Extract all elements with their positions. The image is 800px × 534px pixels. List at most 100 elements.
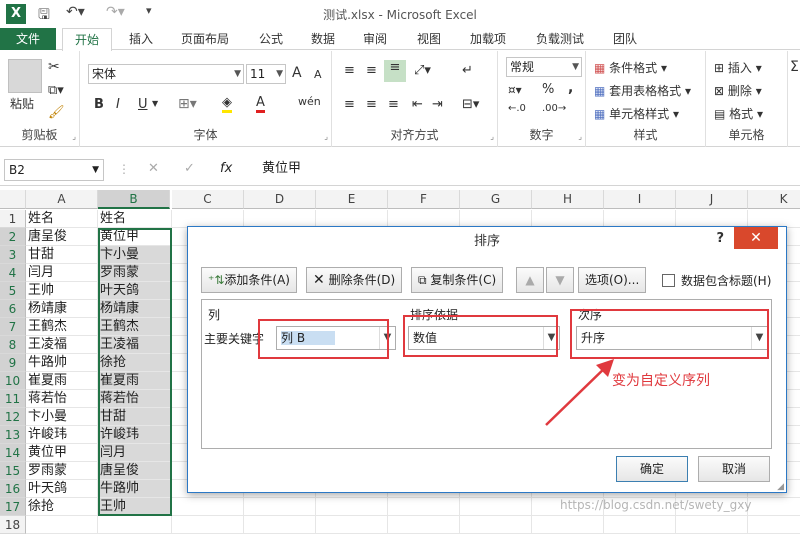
- phonetic-button[interactable]: wén: [298, 95, 321, 108]
- row-header[interactable]: 12: [0, 408, 26, 426]
- row-header[interactable]: 2: [0, 228, 26, 246]
- move-down-button[interactable]: ▼: [546, 267, 574, 293]
- tab-insert[interactable]: 插入: [126, 28, 156, 50]
- align-bottom-icon[interactable]: ≡: [384, 60, 406, 82]
- resize-grip-icon[interactable]: ◢: [777, 482, 784, 492]
- cell-b[interactable]: 唐呈俊: [98, 462, 172, 480]
- row-header[interactable]: 13: [0, 426, 26, 444]
- cell-a[interactable]: 甘甜: [26, 246, 98, 264]
- format-as-table-button[interactable]: ▦ 套用表格格式 ▾: [594, 82, 691, 99]
- cell-a[interactable]: 姓名: [26, 210, 98, 228]
- tab-data[interactable]: 数据: [308, 28, 338, 50]
- column-header-e[interactable]: E: [316, 190, 388, 209]
- row-header[interactable]: 15: [0, 462, 26, 480]
- comma-button[interactable]: ,: [568, 80, 573, 96]
- column-header-h[interactable]: H: [532, 190, 604, 209]
- options-button[interactable]: 选项(O)...: [578, 267, 647, 293]
- tab-view[interactable]: 视图: [414, 28, 444, 50]
- align-right-icon[interactable]: ≡: [388, 97, 399, 112]
- row-header[interactable]: 9: [0, 354, 26, 372]
- bold-button[interactable]: B: [94, 97, 104, 112]
- cell-a[interactable]: 牛路帅: [26, 354, 98, 372]
- tab-review[interactable]: 审阅: [360, 28, 390, 50]
- decrease-indent-icon[interactable]: ⇤: [412, 97, 423, 112]
- cell-b[interactable]: 牛路帅: [98, 480, 172, 498]
- delete-level-button[interactable]: ✕ 删除条件(D): [306, 267, 403, 293]
- help-button[interactable]: ?: [716, 231, 724, 246]
- tab-team[interactable]: 团队: [610, 28, 640, 50]
- tab-page-layout[interactable]: 页面布局: [176, 28, 234, 50]
- formula-input[interactable]: 黄位甲: [250, 159, 796, 181]
- tab-file[interactable]: 文件: [0, 28, 56, 50]
- cell-empty[interactable]: [676, 516, 748, 534]
- merge-cells-icon[interactable]: ⊟▾: [462, 97, 479, 112]
- underline-button[interactable]: U: [138, 97, 148, 112]
- row-header[interactable]: 7: [0, 318, 26, 336]
- cell-empty[interactable]: [316, 516, 388, 534]
- format-painter-icon[interactable]: 🖌: [48, 105, 65, 120]
- cell-empty[interactable]: [460, 516, 532, 534]
- cell-a[interactable]: 闫月: [26, 264, 98, 282]
- dialog-launcher-icon[interactable]: ⌟: [490, 132, 494, 141]
- move-up-button[interactable]: ▲: [516, 267, 544, 293]
- tab-addins[interactable]: 加载项: [466, 28, 510, 50]
- italic-button[interactable]: I: [116, 97, 120, 112]
- shrink-font-button[interactable]: A: [314, 68, 322, 81]
- increase-indent-icon[interactable]: ⇥: [432, 97, 443, 112]
- format-cells-button[interactable]: ▤ 格式 ▾: [714, 105, 763, 122]
- align-top-icon[interactable]: ≡: [344, 63, 355, 78]
- row-header[interactable]: 4: [0, 264, 26, 282]
- column-header-k[interactable]: K: [748, 190, 800, 209]
- cell-a[interactable]: 王鹤杰: [26, 318, 98, 336]
- row-header[interactable]: 18: [0, 516, 26, 534]
- increase-decimal-icon[interactable]: ←.0: [508, 103, 526, 114]
- cell-b[interactable]: 王鹤杰: [98, 318, 172, 336]
- name-box[interactable]: B2 ▼: [4, 159, 104, 181]
- column-header-j[interactable]: J: [676, 190, 748, 209]
- dialog-launcher-icon[interactable]: ⌟: [578, 132, 582, 141]
- decrease-decimal-icon[interactable]: .00→: [542, 103, 566, 114]
- row-header[interactable]: 10: [0, 372, 26, 390]
- cell-a[interactable]: 许峻玮: [26, 426, 98, 444]
- orientation-icon[interactable]: ⤢▾: [414, 63, 431, 78]
- fill-color-icon[interactable]: ◈: [222, 95, 232, 113]
- cell-b[interactable]: 王凌福: [98, 336, 172, 354]
- dialog-launcher-icon[interactable]: ⌟: [72, 132, 76, 141]
- cell-a[interactable]: 叶天鸽: [26, 480, 98, 498]
- paste-button[interactable]: 粘贴: [10, 95, 34, 112]
- cell-a[interactable]: 崔夏雨: [26, 372, 98, 390]
- grow-font-button[interactable]: A: [292, 65, 302, 81]
- row-header[interactable]: 17: [0, 498, 26, 516]
- cell-b[interactable]: 闫月: [98, 444, 172, 462]
- tab-home[interactable]: 开始: [62, 28, 112, 51]
- font-size-combo[interactable]: 11 ▼: [246, 64, 286, 84]
- cell-a[interactable]: 卞小曼: [26, 408, 98, 426]
- close-button[interactable]: ✕: [734, 227, 778, 249]
- cell-b[interactable]: 崔夏雨: [98, 372, 172, 390]
- row-header[interactable]: 3: [0, 246, 26, 264]
- column-header-i[interactable]: I: [604, 190, 676, 209]
- cell-a[interactable]: 黄位甲: [26, 444, 98, 462]
- column-header-b[interactable]: B: [98, 190, 170, 209]
- insert-function-button[interactable]: fx: [220, 161, 232, 176]
- cell-styles-button[interactable]: ▦ 单元格样式 ▾: [594, 105, 679, 122]
- cell-a[interactable]: 蒋若怡: [26, 390, 98, 408]
- cell-a[interactable]: [26, 516, 98, 534]
- cell-a[interactable]: 杨靖康: [26, 300, 98, 318]
- percent-button[interactable]: %: [542, 82, 554, 97]
- column-header-c[interactable]: C: [172, 190, 244, 209]
- cell-empty[interactable]: [172, 498, 244, 516]
- cell-b[interactable]: 叶天鸽: [98, 282, 172, 300]
- cell-b[interactable]: 黄位甲: [98, 228, 172, 246]
- number-format-combo[interactable]: 常规 ▼: [506, 57, 582, 77]
- copy-level-button[interactable]: ⧉ 复制条件(C): [411, 267, 504, 293]
- cancel-button[interactable]: 取消: [698, 456, 770, 482]
- font-color-button[interactable]: A: [256, 95, 265, 113]
- cell-b[interactable]: [98, 516, 172, 534]
- cell-empty[interactable]: [748, 516, 800, 534]
- cell-b[interactable]: 徐抢: [98, 354, 172, 372]
- row-header[interactable]: 5: [0, 282, 26, 300]
- cell-a[interactable]: 王帅: [26, 282, 98, 300]
- row-header[interactable]: 6: [0, 300, 26, 318]
- header-checkbox[interactable]: [662, 274, 675, 287]
